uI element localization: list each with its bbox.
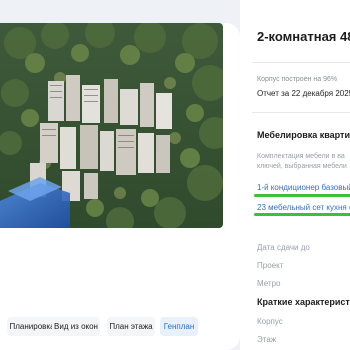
delivery-date-label: Дата сдачи до [257,243,310,252]
furniture-description: Комплектация мебели в ва ключей, выбранн… [257,152,347,172]
tab-master-plan[interactable]: Генплан [160,317,198,336]
complex-render-image[interactable] [0,23,223,228]
apartment-title: 2-комнатная 48 [257,29,350,44]
furniture-heading: Мебелировка квартиры [257,130,350,140]
build-progress-text: Корпус построен на 96% [257,76,338,83]
page: Планировка Вид из окон План этажа Генпла… [0,0,350,350]
furniture-link-air-conditioner[interactable]: 1-й кондиционер базовый [257,183,350,192]
tab-layout[interactable]: Планировка [7,317,57,336]
green-highlight [254,213,350,216]
short-characteristics-heading: Краткие характеристи [257,297,350,307]
report-date: Отчет за 22 декабря 2025 [257,89,350,98]
green-highlight [254,194,350,197]
metro-label: Метро [257,279,281,288]
floor-label: Этаж [257,335,277,344]
divider [252,112,350,113]
tab-window-view[interactable]: Вид из окон [52,317,100,336]
apartment-info-panel: 2-комнатная 48 Корпус построен на 96% От… [240,0,350,350]
project-label: Проект [257,261,284,270]
furniture-description-line: Комплектация мебели в ва [257,153,345,160]
gallery-tabs: Планировка Вид из окон План этажа Генпла… [0,317,240,337]
divider [252,62,350,63]
tab-floor-plan[interactable]: План этажа [107,317,155,336]
furniture-description-line: ключей, выбранная мебели [257,163,347,170]
furniture-link-kitchen-set[interactable]: 23 мебельный сет кухня ст [257,203,350,212]
building-label: Корпус [257,317,283,326]
